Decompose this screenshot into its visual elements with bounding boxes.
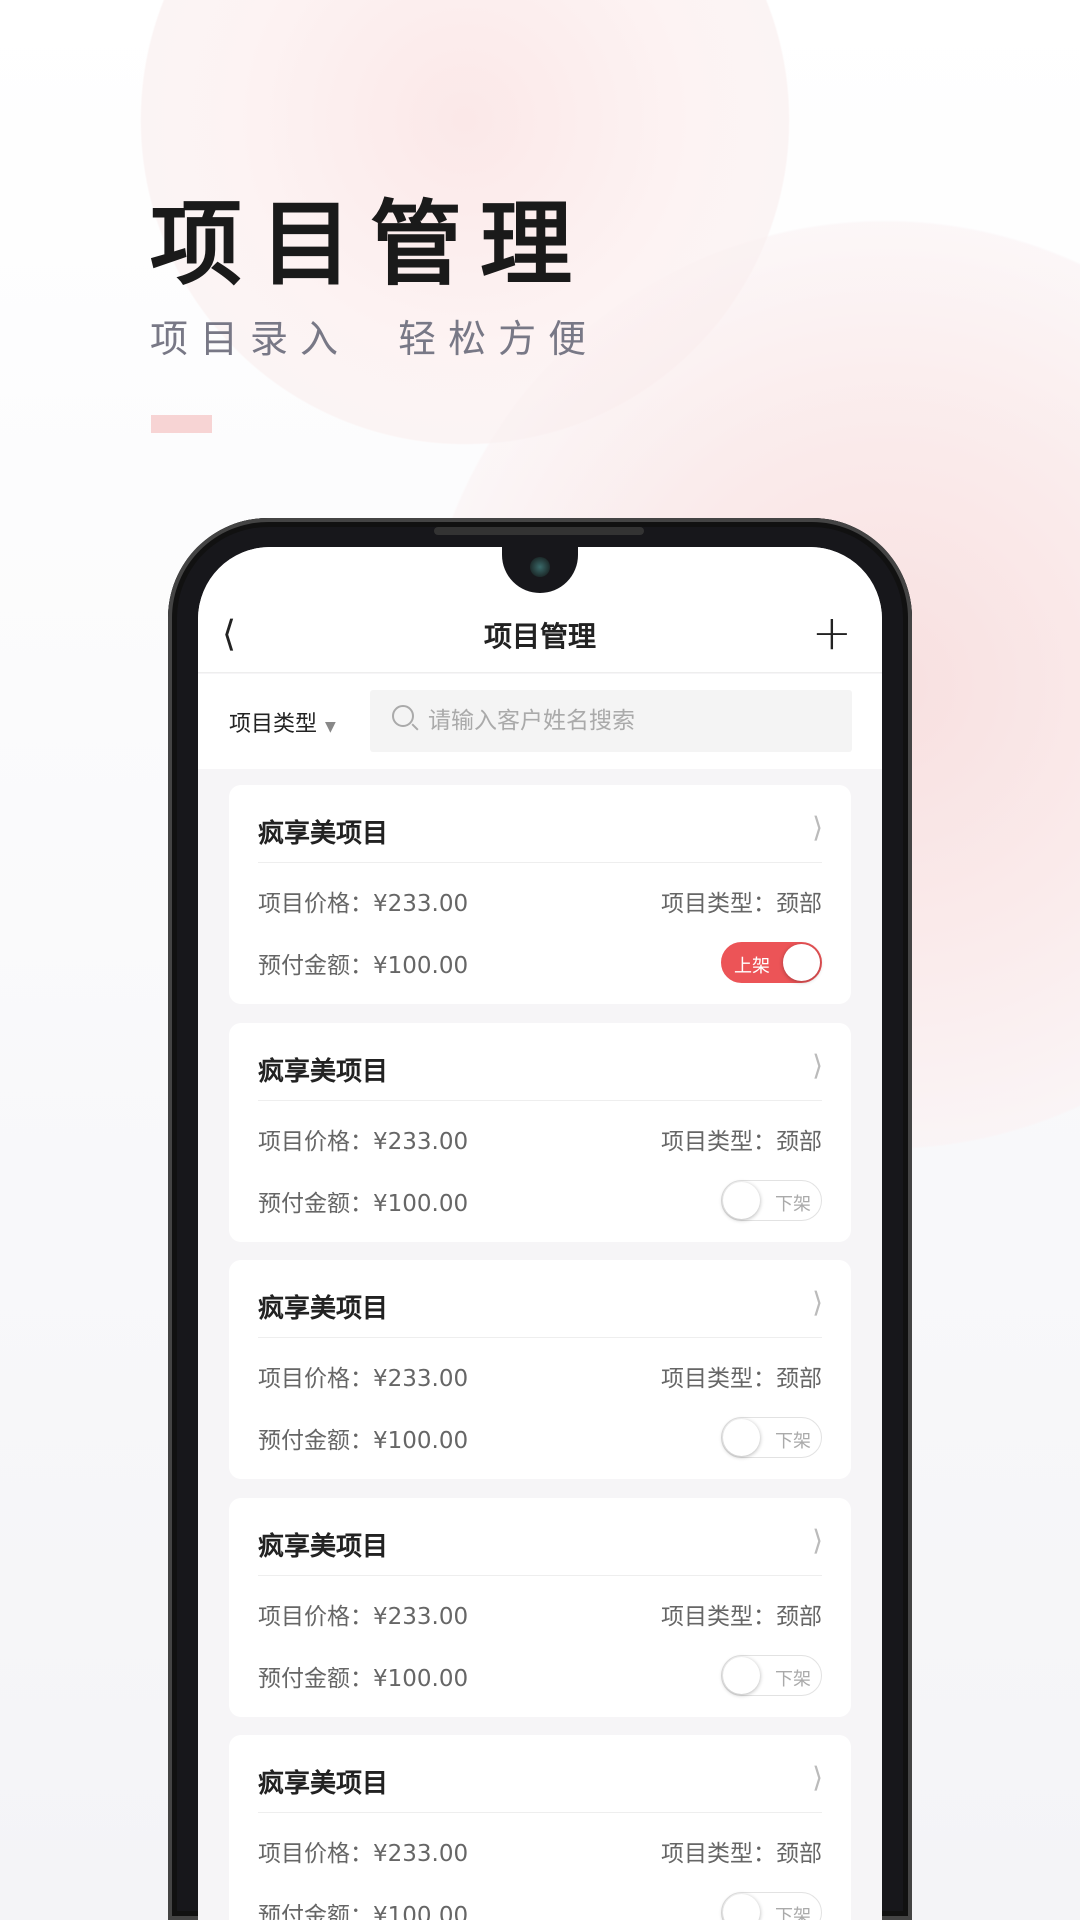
- project-name: 疯享美项目: [258, 1056, 389, 1087]
- toggle-knob: [783, 944, 820, 981]
- chevron-right-icon[interactable]: ⟩: [812, 1286, 823, 1319]
- project-name: 疯享美项目: [258, 819, 389, 849]
- status-toggle[interactable]: 上架: [721, 942, 822, 983]
- prepay-amount: 预付金额：¥100.00: [258, 1190, 469, 1217]
- toggle-label: 下架: [775, 1668, 811, 1690]
- status-toggle[interactable]: 下架: [721, 1892, 822, 1920]
- search-icon: [392, 705, 414, 727]
- project-type: 项目类型：颈部: [661, 1841, 822, 1867]
- filter-bar: 项目类型 ▼: [198, 674, 882, 769]
- project-price: 项目价格：¥233.00: [258, 1603, 469, 1630]
- project-card[interactable]: 疯享美项目 ⟩ 项目价格：¥233.00 项目类型：颈部 预付金额：¥100.0…: [229, 1497, 851, 1717]
- project-type: 项目类型：颈部: [661, 1603, 822, 1630]
- chevron-right-icon[interactable]: ⟩: [812, 811, 823, 844]
- project-price: 项目价格：¥233.00: [258, 1366, 469, 1392]
- search-input[interactable]: [428, 690, 828, 752]
- divider: [258, 1099, 822, 1101]
- chevron-right-icon[interactable]: ⟩: [812, 1049, 823, 1082]
- status-toggle[interactable]: 下架: [721, 1417, 822, 1458]
- project-card[interactable]: 疯享美项目 ⟩ 项目价格：¥233.00 项目类型：颈部 预付金额：¥100.0…: [229, 1260, 851, 1479]
- project-card[interactable]: 疯享美项目 ⟩ 项目价格：¥233.00 项目类型：颈部 预付金额：¥100.0…: [229, 1735, 851, 1920]
- project-type: 项目类型：颈部: [661, 1128, 822, 1155]
- chevron-right-icon[interactable]: ⟩: [812, 1524, 823, 1557]
- project-name: 疯享美项目: [258, 1769, 389, 1799]
- divider: [258, 862, 822, 863]
- hero-subtitle: 项目录入 轻松方便: [150, 317, 599, 361]
- toggle-label: 下架: [775, 1431, 811, 1452]
- add-button[interactable]: +: [812, 609, 852, 657]
- status-toggle[interactable]: 下架: [721, 1654, 822, 1696]
- project-name: 疯享美项目: [258, 1294, 389, 1324]
- project-price: 项目价格：¥233.00: [258, 1841, 469, 1867]
- status-toggle[interactable]: 下架: [721, 1179, 822, 1221]
- toggle-knob: [723, 1181, 760, 1219]
- toggle-knob: [723, 1419, 760, 1456]
- page-title: 项目管理: [483, 620, 596, 653]
- project-type-dropdown[interactable]: 项目类型 ▼: [229, 706, 336, 738]
- plus-icon: +: [811, 605, 852, 661]
- caret-down-icon: ▼: [325, 719, 336, 735]
- divider: [258, 1812, 822, 1813]
- toggle-knob: [723, 1656, 760, 1694]
- speaker-grille: [434, 527, 644, 535]
- search-box: [370, 690, 852, 752]
- project-type: 项目类型：颈部: [661, 891, 822, 917]
- project-list: 疯享美项目 ⟩ 项目价格：¥233.00 项目类型：颈部 预付金额：¥100.0…: [229, 785, 851, 1920]
- project-card[interactable]: 疯享美项目 ⟩ 项目价格：¥233.00 项目类型：颈部 预付金额：¥100.0…: [229, 785, 851, 1004]
- camera-icon: [530, 557, 550, 577]
- chevron-right-icon[interactable]: ⟩: [812, 1761, 823, 1794]
- toggle-knob: [723, 1894, 760, 1920]
- divider: [258, 1337, 822, 1338]
- dropdown-label: 项目类型: [229, 712, 318, 737]
- prepay-amount: 预付金额：¥100.00: [258, 1428, 469, 1454]
- toggle-label: 下架: [775, 1193, 811, 1215]
- phone-screen: ⟨ 项目管理 + 项目类型▼ 疯享美项目 ⟩ 项目价格：¥233.00 项目类型…: [198, 547, 882, 1920]
- project-price: 项目价格：¥233.00: [258, 1128, 469, 1155]
- prepay-amount: 预付金额：¥100.00: [258, 1665, 469, 1692]
- phone-frame: ⟨ 项目管理 + 项目类型▼ 疯享美项目 ⟩ 项目价格：¥233.00 项目类型…: [168, 518, 912, 1920]
- project-price: 项目价格：¥233.00: [258, 891, 469, 917]
- project-card[interactable]: 疯享美项目 ⟩ 项目价格：¥233.00 项目类型：颈部 预付金额：¥100.0…: [229, 1022, 851, 1242]
- toggle-label: 上架: [734, 956, 770, 977]
- project-name: 疯享美项目: [258, 1531, 389, 1562]
- accent-bar: [151, 415, 212, 433]
- prepay-amount: 预付金额：¥100.00: [258, 953, 469, 979]
- prepay-amount: 预付金额：¥100.00: [258, 1903, 469, 1920]
- project-type: 项目类型：颈部: [661, 1366, 822, 1392]
- toggle-label: 下架: [775, 1906, 811, 1920]
- divider: [258, 1574, 822, 1576]
- hero-title: 项目管理: [150, 190, 591, 298]
